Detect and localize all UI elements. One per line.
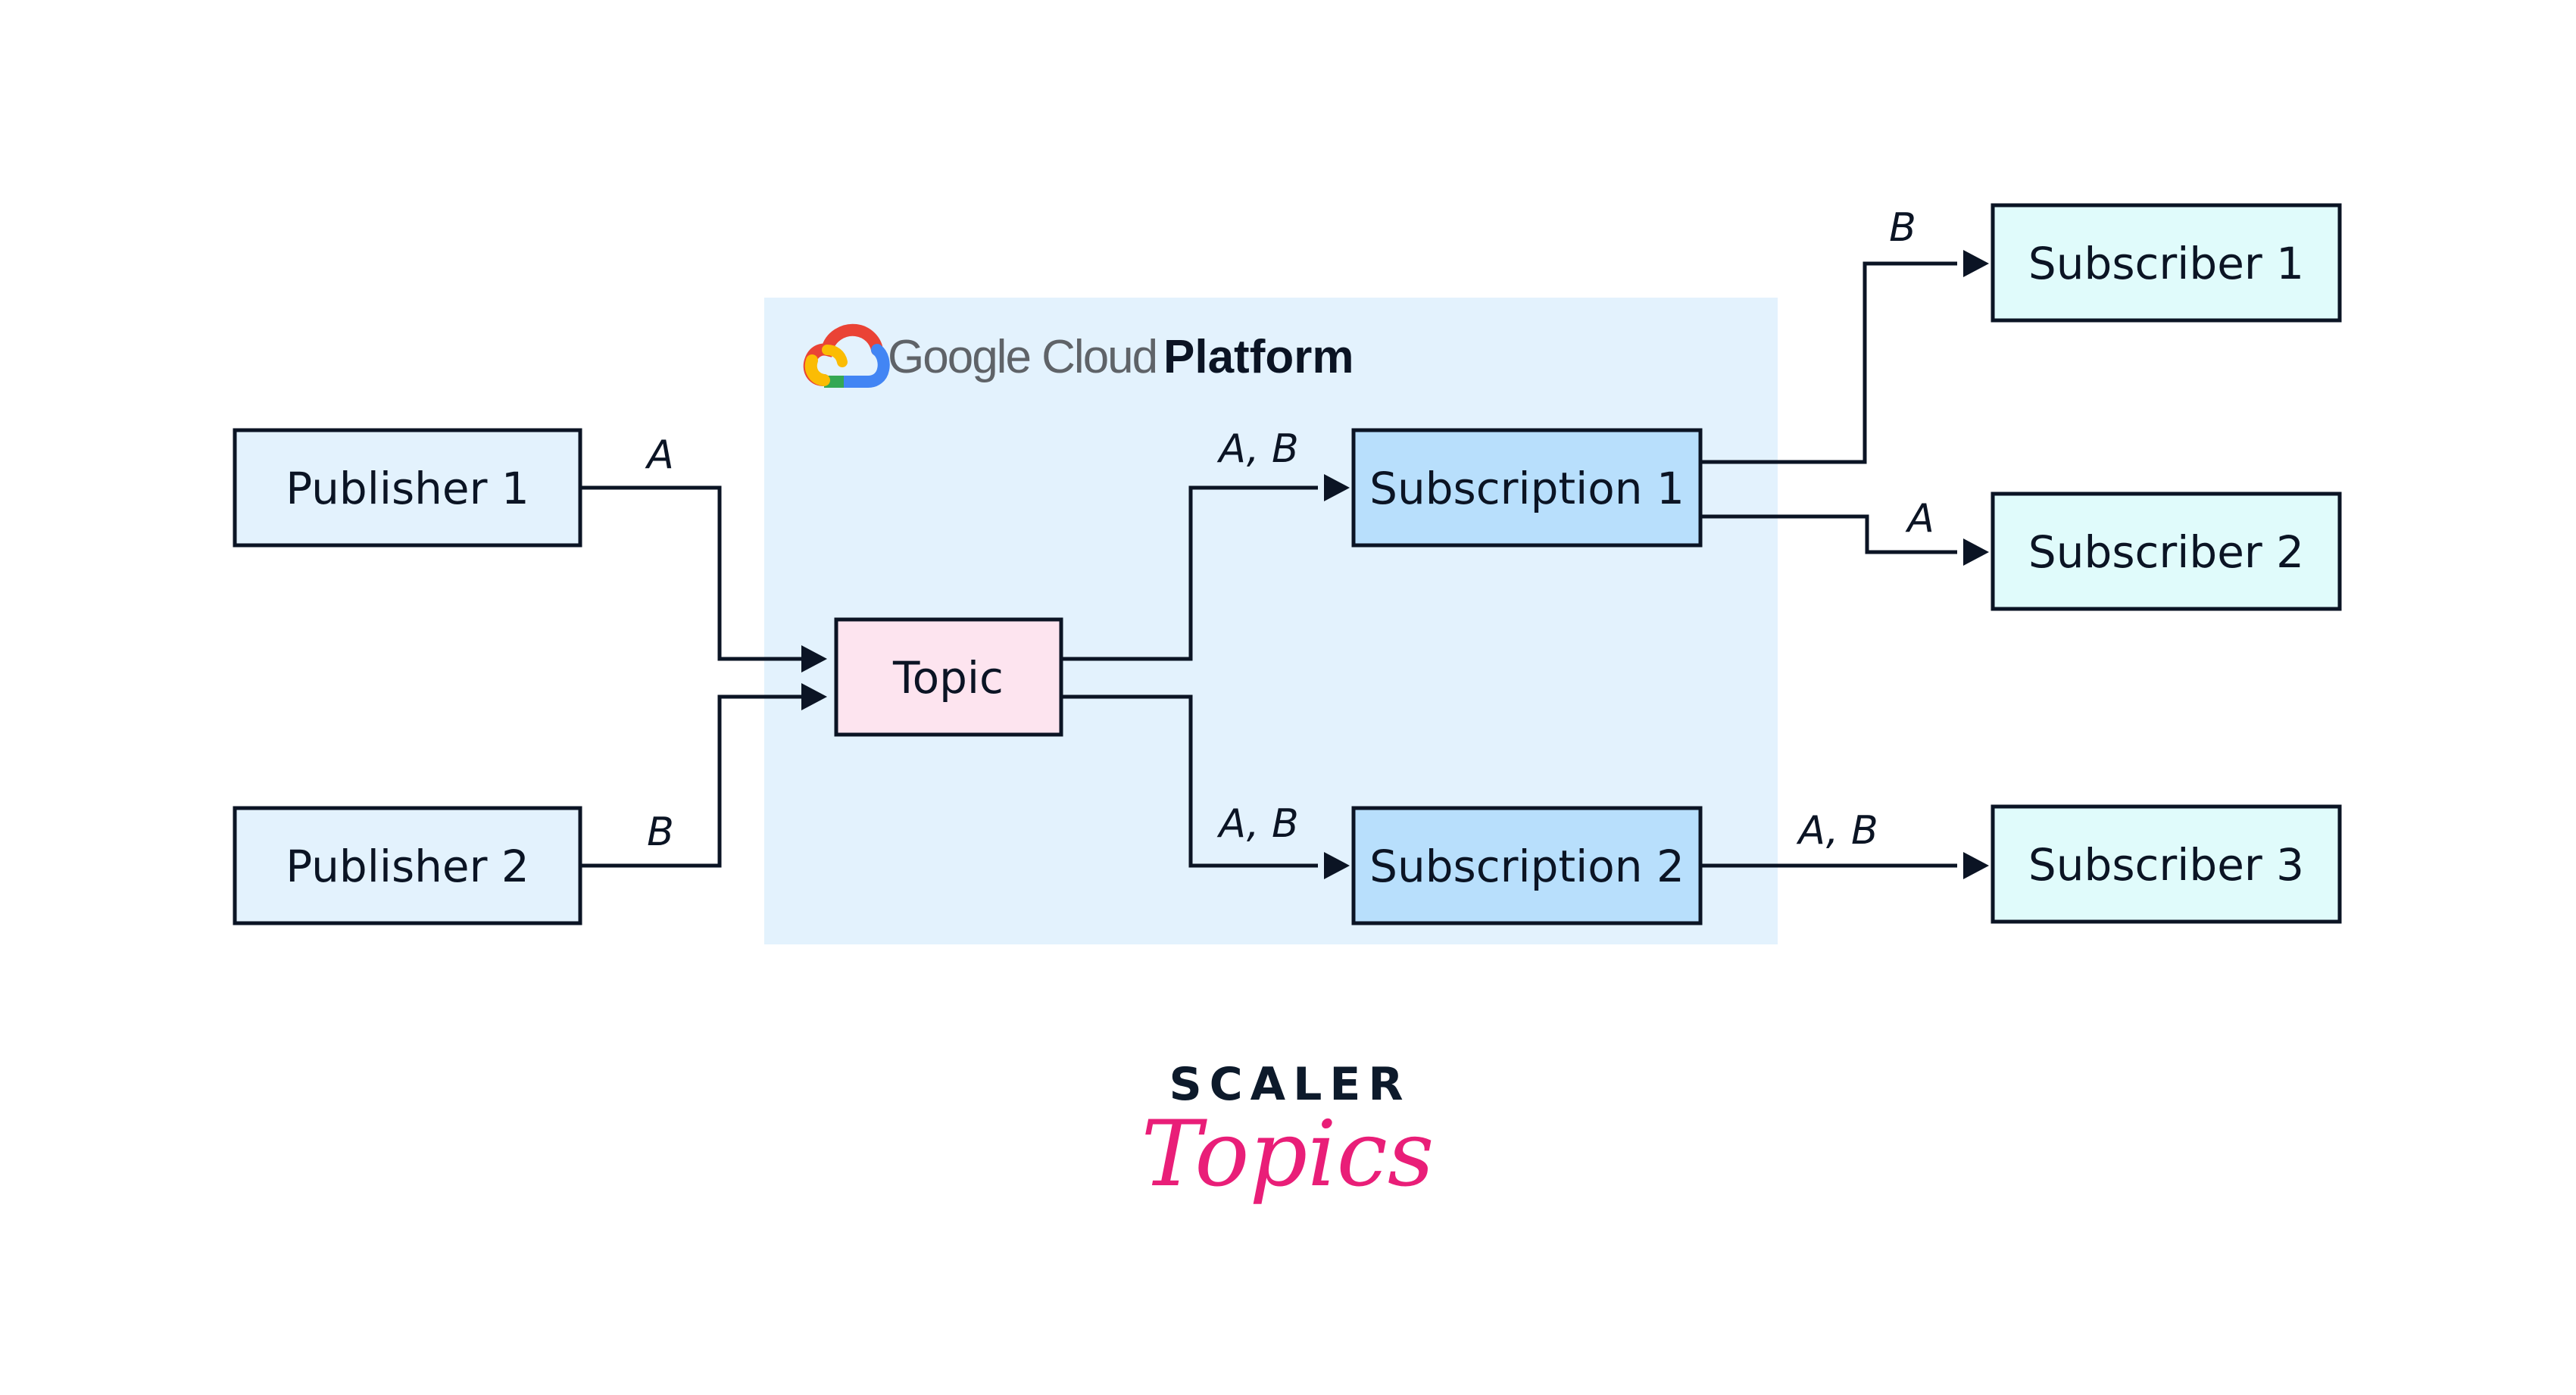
edge-label: A	[1905, 496, 1934, 541]
brand-google-cloud: Google Cloud	[888, 331, 1157, 383]
brand-platform: Platform	[1163, 331, 1354, 383]
arrowhead-icon	[1963, 250, 1989, 277]
node-label: Subscriber 3	[2028, 839, 2304, 891]
node-label: Subscriber 2	[2028, 526, 2304, 578]
node-label: Topic	[892, 652, 1004, 704]
node-label: Subscription 1	[1369, 463, 1685, 514]
edge-label: A, B	[1216, 801, 1298, 847]
node-label: Subscriber 1	[2028, 238, 2304, 289]
edge-label: B	[647, 810, 674, 855]
brand-topics: Topics	[1141, 1102, 1435, 1207]
arrowhead-icon	[1963, 538, 1989, 566]
node-label: Subscription 2	[1369, 841, 1685, 892]
arrowhead-icon	[1963, 852, 1989, 879]
edge-label: A, B	[1796, 808, 1878, 854]
edge-label: A, B	[1216, 426, 1298, 472]
edge-label: A	[645, 432, 674, 478]
node-label: Publisher 1	[286, 463, 529, 514]
edge-label: B	[1889, 205, 1916, 251]
pubsub-diagram: Google Cloud Platform A B A, B A, B B A …	[233, 203, 2342, 1207]
node-label: Publisher 2	[286, 841, 529, 892]
